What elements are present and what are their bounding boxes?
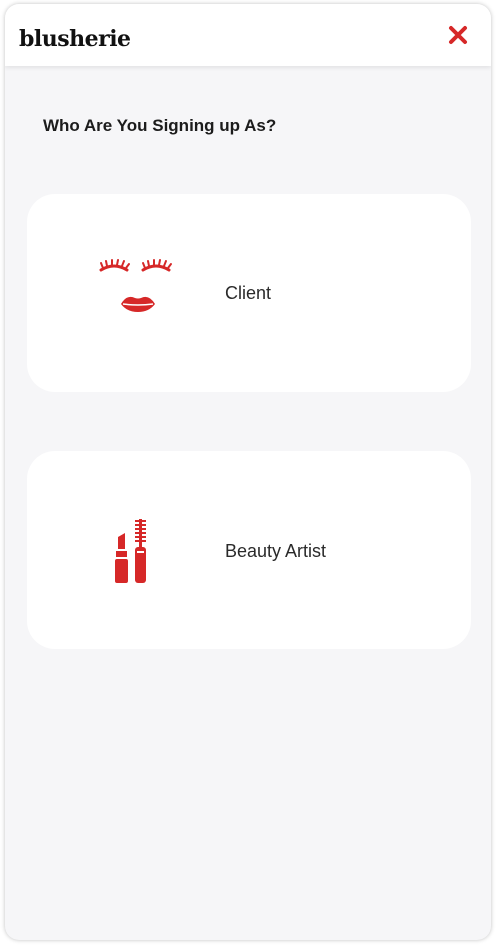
- lipstick-mascara-icon: [97, 509, 187, 589]
- client-option-card[interactable]: Client: [27, 194, 471, 392]
- beauty-artist-label: Beauty Artist: [225, 541, 327, 561]
- page-title: Who Are You Signing up As?: [43, 116, 277, 135]
- eyelashes-lips-icon: [97, 252, 187, 332]
- signup-role-modal: blusherie Who Are You Signing up As? Cli…: [5, 4, 491, 940]
- close-icon[interactable]: [443, 20, 473, 50]
- client-label: Client: [225, 283, 272, 303]
- top-bar: blusherie: [5, 4, 491, 66]
- brand-logo: blusherie: [19, 26, 131, 52]
- beauty-artist-option-card[interactable]: Beauty Artist: [27, 451, 471, 649]
